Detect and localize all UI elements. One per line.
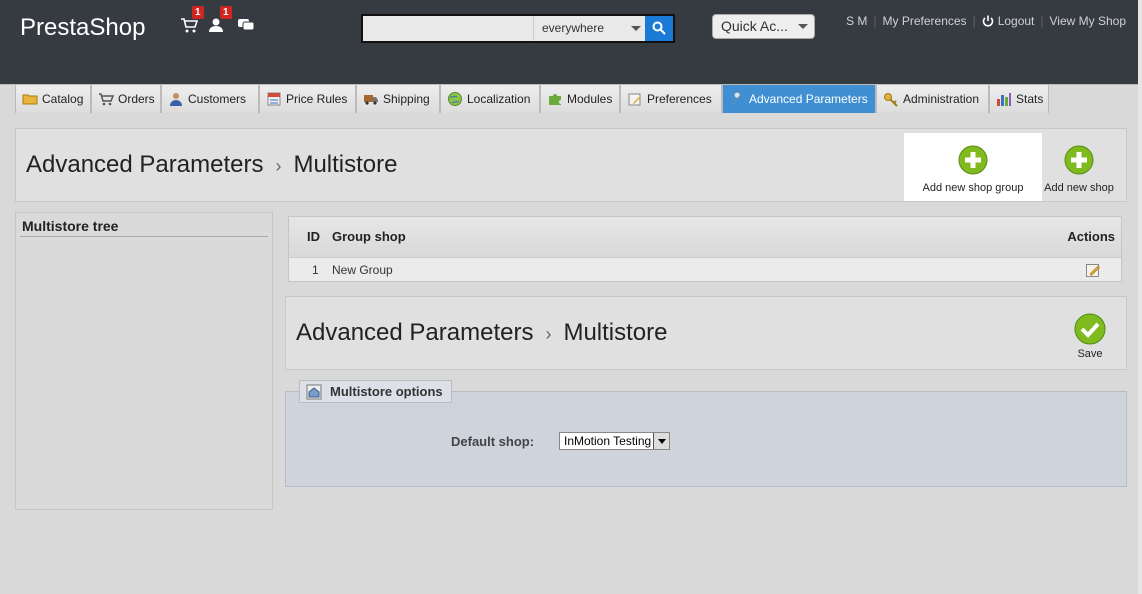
user-name: S M: [846, 14, 868, 28]
breadcrumb-parent: Advanced Parameters: [26, 151, 264, 178]
my-preferences-link[interactable]: My Preferences: [883, 14, 967, 28]
chevron-down-icon: [631, 26, 641, 31]
chevron-down-icon: [798, 24, 808, 29]
tab-preferences[interactable]: Preferences: [620, 85, 722, 113]
customer-icon: [170, 93, 182, 106]
chevron-right-icon: ›: [275, 156, 282, 176]
column-header-id[interactable]: ID: [307, 229, 320, 244]
breadcrumb-parent: Advanced Parameters: [296, 319, 534, 346]
edit-icon: [1086, 264, 1100, 277]
customers-badge: 1: [220, 6, 232, 19]
shop-group-table: ID Group shop Actions 1 New Group: [288, 216, 1122, 282]
messages-notification[interactable]: [237, 16, 257, 36]
add-new-shop-button[interactable]: Add new shop: [1042, 133, 1116, 201]
row-group-name: New Group: [332, 263, 393, 277]
multistore-tree-title: Multistore tree: [20, 217, 268, 237]
column-header-actions: Actions: [1067, 229, 1115, 244]
tab-advanced-parameters[interactable]: Advanced Parameters: [722, 85, 876, 113]
table-header: ID Group shop Actions: [289, 217, 1121, 257]
tab-label: Stats: [1016, 92, 1044, 106]
quick-access-select[interactable]: Quick Ac...: [712, 14, 815, 39]
view-my-shop-link[interactable]: View My Shop: [1050, 14, 1126, 28]
add-new-shop-group-button[interactable]: Add new shop group: [904, 133, 1042, 201]
tab-modules[interactable]: Modules: [540, 85, 620, 113]
tab-customers[interactable]: Customers: [161, 85, 259, 113]
customers-notification[interactable]: 1: [208, 6, 232, 36]
search-bar: everywhere: [361, 14, 675, 43]
add-new-shop-label: Add new shop: [1044, 182, 1114, 194]
puzzle-icon: [549, 94, 561, 105]
tab-catalog[interactable]: Catalog: [15, 85, 91, 113]
tab-label: Advanced Parameters: [749, 92, 868, 106]
save-label: Save: [1077, 348, 1103, 360]
search-input[interactable]: [363, 16, 533, 41]
tab-label: Modules: [567, 92, 613, 106]
search-button[interactable]: [645, 16, 673, 41]
tab-shipping[interactable]: Shipping: [356, 85, 440, 113]
user-nav: S M | My Preferences | Logout | View My …: [846, 14, 1126, 28]
right-edge: [1138, 84, 1142, 594]
prestashop-logo[interactable]: PrestaShop: [20, 14, 145, 42]
tab-label: Price Rules: [286, 92, 348, 106]
power-icon: [982, 15, 993, 27]
options-toolbar: Advanced Parameters › Multistore Save: [285, 296, 1127, 370]
shop-icon: [306, 384, 322, 399]
tab-label: Catalog: [42, 92, 84, 106]
wrench-icon: [731, 91, 741, 105]
chart-icon: [997, 93, 1011, 106]
add-new-shop-group-label: Add new shop group: [922, 182, 1024, 194]
add-icon: [1064, 145, 1094, 175]
multistore-options-fieldset: [285, 391, 1127, 487]
add-icon: [958, 145, 988, 175]
row-id: 1: [312, 263, 319, 277]
orders-badge: 1: [192, 6, 204, 19]
truck-icon: [364, 95, 378, 105]
page-title: Multistore: [293, 151, 398, 178]
tab-stats[interactable]: Stats: [989, 85, 1049, 113]
tab-label: Customers: [188, 92, 247, 106]
default-shop-select[interactable]: InMotion Testing: [559, 432, 670, 450]
legend-label: Multistore options: [330, 384, 443, 399]
tab-label: Orders: [118, 92, 155, 106]
multistore-options-legend: Multistore options: [299, 380, 452, 403]
edit-button[interactable]: [1085, 262, 1101, 281]
orders-notification[interactable]: 1: [180, 6, 204, 36]
breadcrumb: Advanced Parameters › Multistore: [296, 319, 668, 347]
default-shop-label: Default shop:: [451, 434, 535, 449]
search-icon: [652, 21, 666, 35]
logout-link[interactable]: Logout: [998, 14, 1035, 28]
tab-orders[interactable]: Orders: [91, 85, 161, 113]
tab-label: Administration: [903, 92, 980, 106]
page-title: Multistore: [563, 319, 668, 346]
chevron-down-icon: [653, 433, 669, 449]
tab-administration[interactable]: Administration: [876, 85, 989, 113]
tab-label: Localization: [467, 92, 531, 106]
chevron-right-icon: ›: [545, 324, 552, 344]
default-shop-value: InMotion Testing: [564, 434, 652, 448]
top-header: PrestaShop 1 1 everywhere Quick Ac... S …: [0, 0, 1142, 84]
tab-localization[interactable]: Localization: [440, 85, 540, 113]
key-icon: [884, 93, 898, 107]
quick-access-label: Quick Ac...: [721, 18, 788, 34]
cart-icon: [99, 93, 114, 106]
tab-label: Preferences: [647, 92, 712, 106]
globe-icon: [448, 92, 462, 106]
search-scope-select[interactable]: everywhere: [533, 16, 647, 41]
preferences-icon: [628, 93, 641, 106]
tab-label: Shipping: [383, 92, 430, 106]
breadcrumb: Advanced Parameters › Multistore: [26, 151, 398, 179]
checkmark-icon: [1074, 313, 1106, 345]
multistore-tree-panel: Multistore tree: [15, 212, 273, 510]
table-row[interactable]: 1 New Group: [289, 257, 1121, 281]
main-menu: Catalog Orders Customers Price Rules Shi…: [0, 84, 1142, 113]
messages-icon: [238, 19, 255, 31]
column-header-group-shop[interactable]: Group shop: [332, 229, 406, 244]
folder-icon: [22, 94, 38, 105]
save-button[interactable]: Save: [1072, 313, 1108, 360]
search-scope-label: everywhere: [542, 21, 605, 35]
price-rules-icon: [267, 92, 281, 106]
page-toolbar: Advanced Parameters › Multistore Add new s…: [15, 128, 1127, 202]
tab-price-rules[interactable]: Price Rules: [259, 85, 356, 113]
